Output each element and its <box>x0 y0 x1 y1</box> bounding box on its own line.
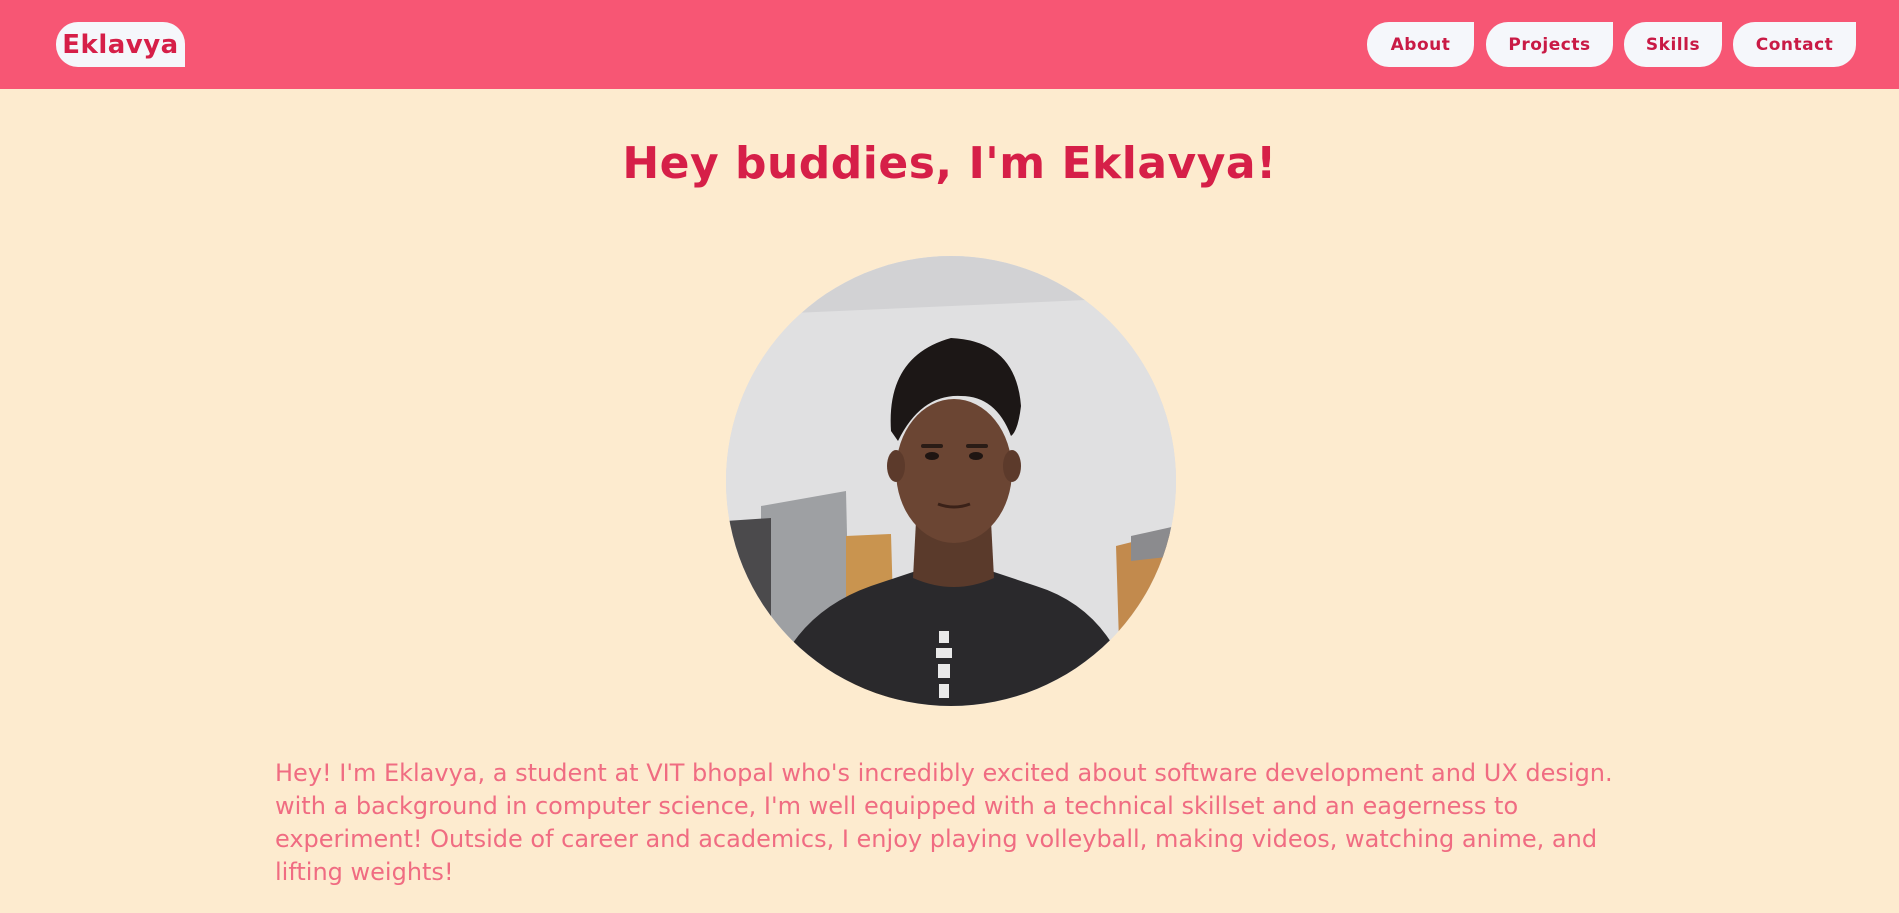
nav-about-button[interactable]: About <box>1367 22 1474 67</box>
site-logo[interactable]: Eklavya <box>56 22 185 67</box>
top-navigation-bar: Eklavya About Projects Skills Contact <box>0 0 1899 89</box>
page-title: Hey buddies, I'm Eklavya! <box>622 138 1277 189</box>
nav-projects-button[interactable]: Projects <box>1486 22 1613 67</box>
nav-contact-button[interactable]: Contact <box>1733 22 1856 67</box>
profile-photo <box>726 256 1176 706</box>
nav-skills-button[interactable]: Skills <box>1624 22 1722 67</box>
bio-paragraph: Hey! I'm Eklavya, a student at VIT bhopa… <box>275 759 1613 886</box>
profile-photo-illustration <box>726 256 1176 706</box>
